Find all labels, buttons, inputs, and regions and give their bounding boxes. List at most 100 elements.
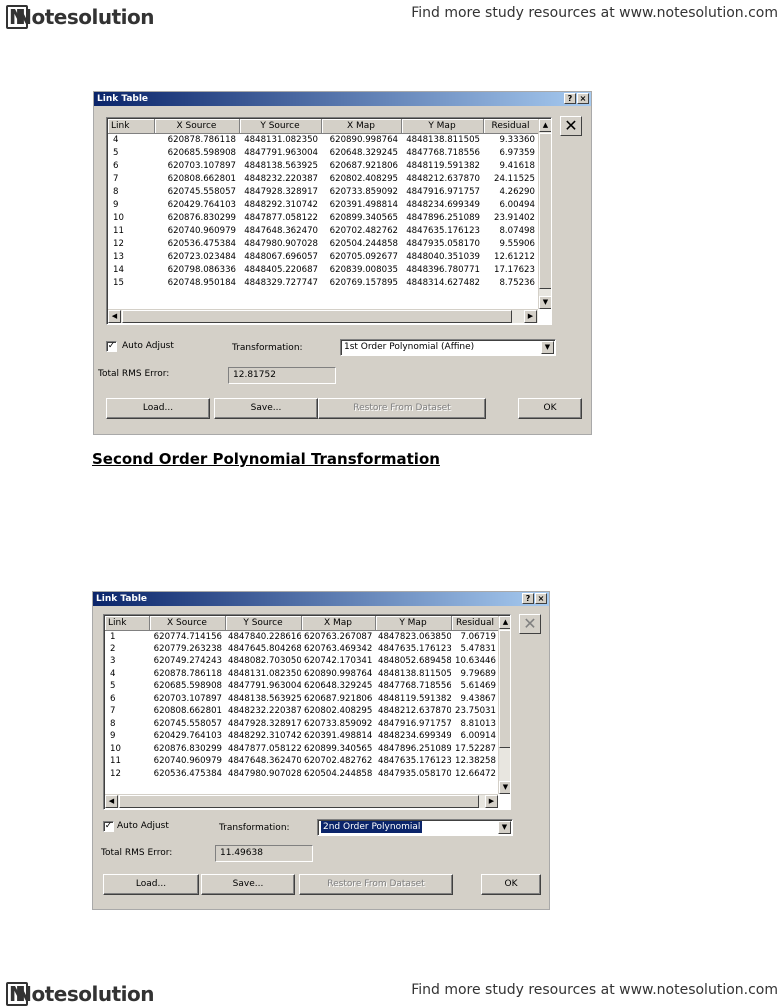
dialog-1-vscroll-thumb[interactable]: [539, 133, 551, 289]
table-cell: 620733.859092: [329, 186, 398, 197]
scroll-down-icon[interactable]: ▼: [499, 781, 510, 794]
ok-button[interactable]: OK: [481, 874, 541, 895]
dialog-2-hscroll-thumb[interactable]: [119, 795, 479, 808]
dialog-1-horizontal-scrollbar[interactable]: ◀ ▶: [108, 309, 538, 323]
table-cell: 4847916.971757: [406, 186, 480, 197]
chevron-down-icon[interactable]: ▼: [541, 341, 554, 354]
dialog-2-vscroll-thumb[interactable]: [499, 630, 510, 748]
column-header[interactable]: Residual: [483, 119, 539, 134]
delete-link-button[interactable]: ✕: [519, 614, 541, 634]
table-row[interactable]: 3 620749.274243 4848082.703050 620742.17034…: [105, 655, 499, 668]
table-cell: 6.00914: [460, 731, 496, 742]
column-header[interactable]: Y Source: [225, 616, 302, 631]
dialog-2-horizontal-scrollbar[interactable]: ◀ ▶: [105, 794, 498, 808]
table-row[interactable]: 11 620740.960979 4847648.362470 620702.4827…: [105, 755, 499, 768]
table-row[interactable]: 5 620685.598908 4847791.963004 620648.32924…: [105, 680, 499, 693]
column-header[interactable]: Y Map: [375, 616, 452, 631]
table-cell: 11: [113, 225, 124, 236]
table-row[interactable]: 9 620429.764103 4848292.310742 620391.49881…: [108, 198, 538, 211]
table-row[interactable]: 13 620723.023484 4848067.696057 620705.0926…: [108, 250, 538, 263]
load-button[interactable]: Load...: [103, 874, 199, 895]
dialog-1-hscroll-thumb[interactable]: [122, 310, 512, 323]
scroll-right-icon[interactable]: ▶: [524, 310, 537, 323]
dialog-2-vertical-scrollbar[interactable]: ▲ ▼: [498, 616, 510, 794]
window-close-button[interactable]: ×: [577, 93, 589, 104]
table-cell: 11: [110, 756, 121, 767]
table-cell: 12: [113, 238, 124, 249]
scroll-down-icon[interactable]: ▼: [539, 296, 551, 309]
column-header[interactable]: Link: [105, 616, 150, 631]
table-row[interactable]: 11 620740.960979 4847648.362470 620702.4827…: [108, 224, 538, 237]
table-cell: 5.47831: [460, 643, 496, 654]
save-button[interactable]: Save...: [214, 398, 318, 419]
table-row[interactable]: 1 620774.714156 4847840.228616 620763.26708…: [105, 630, 499, 643]
auto-adjust-checkbox[interactable]: ✓: [106, 341, 117, 352]
transformation-select[interactable]: 2nd Order Polynomial ▼: [317, 819, 513, 836]
table-cell: 9.79689: [460, 668, 496, 679]
table-cell: 4847980.907028: [228, 768, 301, 779]
table-row[interactable]: 10 620876.830299 4847877.058122 620899.3405…: [108, 211, 538, 224]
transformation-value: 2nd Order Polynomial: [321, 821, 423, 833]
window-close-button[interactable]: ×: [535, 593, 547, 604]
auto-adjust-checkbox[interactable]: ✓: [103, 821, 114, 832]
table-cell: 7: [110, 706, 116, 717]
table-row[interactable]: 8 620745.558057 4847928.328917 620733.85909…: [108, 185, 538, 198]
ok-button[interactable]: OK: [518, 398, 582, 419]
help-button[interactable]: ?: [522, 593, 534, 604]
table-row[interactable]: 12 620536.475384 4847980.907028 620504.2448…: [108, 237, 538, 250]
header-tagline[interactable]: Find more study resources at www.notesol…: [411, 5, 778, 21]
table-cell: 4848329.727747: [244, 277, 318, 288]
column-header[interactable]: X Source: [149, 616, 226, 631]
logo-text: Notesolution: [15, 982, 154, 1006]
table-cell: 620429.764103: [153, 731, 222, 742]
column-header[interactable]: Y Source: [239, 119, 322, 134]
scroll-right-icon[interactable]: ▶: [485, 795, 498, 808]
table-cell: 4848232.220387: [228, 706, 301, 717]
column-header[interactable]: Residual: [451, 616, 500, 631]
table-row[interactable]: 2 620779.263238 4847645.804268 620763.46934…: [105, 643, 499, 656]
column-header[interactable]: Y Map: [401, 119, 484, 134]
save-button[interactable]: Save...: [201, 874, 295, 895]
table-row[interactable]: 4 620878.786118 4848131.082350 620890.99876…: [108, 133, 538, 146]
table-row[interactable]: 6 620703.107897 4848138.563925 620687.92180…: [108, 159, 538, 172]
table-cell: 8.81013: [460, 718, 496, 729]
delete-link-button[interactable]: ✕: [560, 116, 582, 136]
table-cell: 9.33360: [499, 134, 535, 145]
column-header[interactable]: X Source: [154, 119, 240, 134]
footer-tagline[interactable]: Find more study resources at www.notesol…: [411, 982, 778, 998]
table-row[interactable]: 4 620878.786118 4848131.082350 620890.99876…: [105, 668, 499, 681]
help-button[interactable]: ?: [564, 93, 576, 104]
table-row[interactable]: 8 620745.558057 4847928.328917 620733.85909…: [105, 718, 499, 731]
table-cell: 1: [110, 631, 116, 642]
table-cell: 620878.786118: [153, 668, 222, 679]
dialog-1-vertical-scrollbar[interactable]: ▲ ▼: [538, 119, 551, 309]
scroll-left-icon[interactable]: ◀: [108, 310, 121, 323]
table-row[interactable]: 7 620808.662801 4848232.220387 620802.40829…: [105, 705, 499, 718]
scroll-up-icon[interactable]: ▲: [499, 616, 510, 629]
table-row[interactable]: 15 620748.950184 4848329.727747 620769.1578…: [108, 276, 538, 289]
table-row[interactable]: 6 620703.107897 4848138.563925 620687.92180…: [105, 693, 499, 706]
column-header[interactable]: X Map: [321, 119, 402, 134]
column-header[interactable]: X Map: [301, 616, 376, 631]
chevron-down-icon[interactable]: ▼: [498, 821, 511, 834]
table-cell: 4847840.228616: [228, 631, 301, 642]
rms-value: 11.49638: [215, 845, 313, 862]
dialog-1-title: Link Table: [97, 94, 149, 104]
table-row[interactable]: 14 620798.086336 4848405.220687 620839.0080…: [108, 263, 538, 276]
restore-from-dataset-button[interactable]: Restore From Dataset: [299, 874, 453, 895]
table-cell: 620702.482762: [329, 225, 398, 236]
transformation-select[interactable]: 1st Order Polynomial (Affine) ▼: [340, 339, 556, 356]
table-row[interactable]: 9 620429.764103 4848292.310742 620391.49881…: [105, 730, 499, 743]
restore-from-dataset-button[interactable]: Restore From Dataset: [318, 398, 486, 419]
scroll-up-icon[interactable]: ▲: [539, 119, 551, 132]
table-cell: 4847635.176123: [378, 756, 451, 767]
table-cell: 4848131.082350: [228, 668, 301, 679]
scroll-left-icon[interactable]: ◀: [105, 795, 118, 808]
table-row[interactable]: 10 620876.830299 4847877.058122 620899.3405…: [105, 743, 499, 756]
table-cell: 620890.998764: [304, 668, 373, 679]
column-header[interactable]: Link: [108, 119, 155, 134]
table-row[interactable]: 7 620808.662801 4848232.220387 620802.40829…: [108, 172, 538, 185]
table-row[interactable]: 12 620536.475384 4847980.907028 620504.2448…: [105, 768, 499, 781]
load-button[interactable]: Load...: [106, 398, 210, 419]
table-row[interactable]: 5 620685.598908 4847791.963004 620648.32924…: [108, 146, 538, 159]
